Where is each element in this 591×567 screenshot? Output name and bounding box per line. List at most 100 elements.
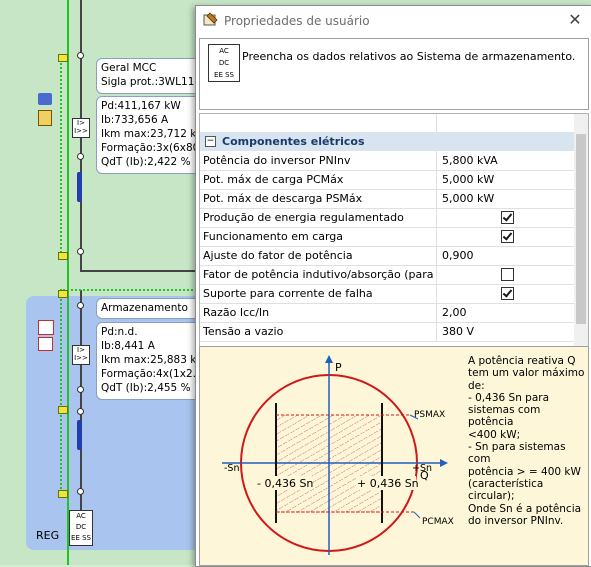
psmax-label: PSMAX [414, 410, 445, 420]
junction-marker[interactable] [58, 290, 68, 298]
p-axis-arrow [325, 355, 333, 363]
pos-sn-label: +Sn [412, 463, 432, 474]
property-row[interactable]: Potência do inversor PNInv 5,800 kVA [200, 151, 580, 171]
pcmax-label: PCMAX [422, 517, 454, 527]
device-line: DC [75, 523, 87, 531]
pos-436-label: + 0,436 Sn [357, 477, 419, 490]
node-dot [77, 153, 84, 160]
property-value[interactable]: 0,900 [438, 246, 578, 265]
junction-marker[interactable] [58, 54, 68, 62]
pcmax-pointer [413, 511, 421, 519]
data-line: Ib:8,441 A [101, 340, 155, 352]
property-row[interactable]: Ajuste do fator de potência 0,900 [200, 246, 580, 266]
warning-icon[interactable] [38, 337, 53, 351]
feeder-line-bottom [80, 290, 82, 520]
info-box-armazenamento[interactable]: Armazenamento [96, 298, 208, 319]
property-checkbox[interactable] [501, 211, 514, 224]
cable-segment [77, 172, 82, 202]
property-checkbox[interactable] [501, 268, 514, 281]
junction-marker[interactable] [58, 490, 68, 498]
property-value[interactable]: 380 V [438, 322, 578, 341]
node-title: Geral MCC [101, 62, 157, 74]
property-grid[interactable]: − Componentes elétricos Potência do inve… [199, 113, 589, 348]
property-checkbox[interactable] [501, 287, 514, 300]
dotted-link-vertical-2 [60, 296, 62, 496]
info-box-geral-data[interactable]: Pd:411,167 kW Ib:733,656 A Ikm max:23,71… [96, 96, 208, 174]
category-label: Componentes elétricos [222, 135, 365, 148]
icon-line: DC [218, 59, 230, 67]
junction-marker[interactable] [58, 252, 68, 260]
property-value[interactable]: 5,800 kVA [438, 151, 578, 170]
grid-scrollbar[interactable] [574, 114, 588, 347]
property-name: Tensão a vazio [200, 322, 437, 341]
node-dot [77, 386, 84, 393]
property-checkbox-cell[interactable] [438, 284, 578, 303]
property-name: Potência do inversor PNInv [200, 151, 437, 170]
property-checkbox-cell[interactable] [438, 208, 578, 227]
property-name: Produção de energia regulamentado [200, 208, 437, 227]
data-line: Pd:411,167 kW [101, 100, 181, 112]
warning-icon[interactable] [38, 320, 54, 335]
property-value[interactable]: 5,000 kW [438, 170, 578, 189]
property-row[interactable]: Funcionamento em carga [200, 227, 580, 247]
property-checkbox[interactable] [501, 230, 514, 243]
neg-sn-label: -Sn [224, 463, 239, 474]
neg-436-label: - 0,436 Sn [257, 477, 313, 490]
data-line: Formação:3x(6x800 [101, 142, 203, 154]
help-text: A potência reativa Q tem um valor máximo… [468, 355, 586, 527]
property-row[interactable]: Produção de energia regulamentado [200, 208, 580, 228]
property-checkbox-cell[interactable] [438, 227, 578, 246]
property-name: Pot. máx de descarga PSMáx [200, 189, 437, 208]
hint-text: Preencha os dados relativos ao Sistema d… [242, 50, 576, 63]
info-box-geral[interactable]: Geral MCC Sigla prot.:3WL11 1 [96, 58, 208, 94]
node-sigla: Sigla prot.:3WL11 1 [101, 76, 203, 88]
bus-line [80, 270, 200, 272]
cable-segment [77, 420, 82, 450]
data-line: Formação:4x(1x2.5 [101, 368, 203, 380]
scroll-thumb[interactable] [576, 134, 586, 324]
storage-icon: AC DC EE SS [208, 44, 240, 82]
icon-line: EE SS [214, 71, 234, 79]
icon-line: AC [219, 47, 229, 55]
collapse-icon[interactable]: − [205, 136, 216, 147]
property-value[interactable]: 5,000 kW [438, 189, 578, 208]
property-name: Razão Icc/In [200, 303, 437, 322]
properties-dialog: Propriedades de usuário ✕ AC DC EE SS Pr… [195, 5, 591, 567]
grid-header-cell [200, 114, 437, 132]
data-line: Ib:733,656 A [101, 114, 169, 126]
device-line: EE SS [71, 534, 91, 542]
property-row[interactable]: Razão Icc/In 2,00 [200, 303, 580, 323]
app-icon [203, 12, 218, 26]
property-name: Funcionamento em carga [200, 227, 437, 246]
node-dot [77, 408, 84, 415]
data-line: QdT (Ib):2,455 % [101, 382, 191, 394]
property-row[interactable]: Pot. máx de carga PCMáx 5,000 kW [200, 170, 580, 190]
breaker-icon[interactable]: I> I>> [72, 118, 90, 138]
category-row[interactable]: − Componentes elétricos [200, 132, 580, 151]
breaker-icon[interactable]: I> I>> [72, 345, 90, 365]
property-checkbox-cell[interactable] [438, 265, 578, 284]
storage-device-icon[interactable]: AC DC EE SS [69, 510, 93, 546]
help-paragraph: A potência reativa Q tem um valor máximo… [468, 355, 585, 527]
dialog-titlebar[interactable]: Propriedades de usuário ✕ [196, 6, 591, 36]
data-line: Ikm max:23,712 kA [101, 128, 203, 140]
note-icon[interactable] [38, 110, 52, 126]
property-name: Ajuste do fator de potência [200, 246, 437, 265]
device-line: AC [76, 512, 86, 520]
property-row[interactable]: Pot. máx de descarga PSMáx 5,000 kW [200, 189, 580, 209]
close-button[interactable]: ✕ [566, 11, 584, 29]
junction-marker[interactable] [58, 406, 68, 414]
q-axis-arrow [440, 459, 448, 467]
p-axis-label: P [335, 361, 342, 374]
property-value[interactable]: 2,00 [438, 303, 578, 322]
property-row[interactable]: Suporte para corrente de falha [200, 284, 580, 304]
node-dot [77, 488, 84, 495]
info-box-armazenamento-data[interactable]: Pd:n.d. Ib:8,441 A Ikm max:25,883 kA For… [96, 322, 208, 400]
lock-icon[interactable] [38, 93, 52, 105]
property-name: Suporte para corrente de falha [200, 284, 437, 303]
property-row[interactable]: Fator de potência indutivo/absorção (par… [200, 265, 580, 285]
property-row[interactable]: Tensão a vazio 380 V [200, 322, 580, 342]
reactive-power-diagram: P Q PSMAX PCMAX -Sn +Sn - 0,436 Sn + 0,4… [222, 355, 454, 555]
data-line: Pd:n.d. [101, 326, 138, 338]
reg-label: REG [36, 529, 60, 542]
